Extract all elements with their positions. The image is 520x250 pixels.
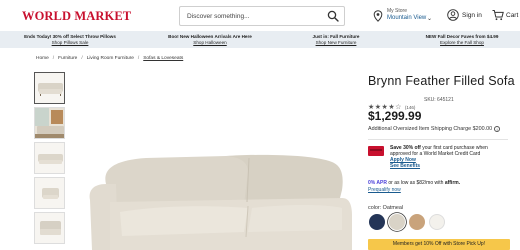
promo-title: Boo! New Halloween Arrivals Are Here: [168, 34, 252, 39]
color-swatch-tan[interactable]: [409, 214, 425, 230]
credit-card-icon: [368, 146, 384, 156]
sign-in-label: Sign in: [462, 12, 482, 19]
shipping-charge-text: Additional Oversized Item Shipping Charg…: [368, 126, 493, 132]
thumbnail-image[interactable]: [34, 142, 65, 174]
product-rating[interactable]: ★★★★☆ (146): [368, 96, 415, 111]
color-swatch-ivory[interactable]: [429, 214, 445, 230]
main-product-image[interactable]: [76, 72, 358, 250]
thumbnail-image[interactable]: [34, 107, 65, 139]
chevron-down-icon: ⌄: [427, 16, 433, 22]
thumbnail-image[interactable]: [34, 177, 65, 209]
location-pin-icon: [373, 10, 383, 22]
breadcrumb-home[interactable]: Home: [36, 56, 49, 61]
product-sku: SKU: 645121: [424, 97, 454, 103]
promo-item[interactable]: Boo! New Halloween Arrivals Are Here Sho…: [168, 34, 252, 45]
promo-title: NEW Fall Decor Faves from $4.99: [425, 34, 499, 39]
promo-item[interactable]: NEW Fall Decor Faves from $4.99 Explore …: [426, 34, 499, 45]
promo-link[interactable]: Shop Pillows Sale: [24, 40, 116, 46]
members-banner: Members get 10% Off with Store Pick Up!: [368, 239, 510, 250]
cart-icon: [492, 10, 504, 21]
search-box[interactable]: [179, 6, 345, 26]
search-input[interactable]: [180, 7, 320, 25]
prequalify-link[interactable]: Prequalify now: [368, 187, 401, 193]
breadcrumb-furniture[interactable]: Furniture: [58, 56, 77, 61]
credit-card-offer: Save 30% off your first card purchase wh…: [390, 145, 510, 169]
see-benefits-link[interactable]: See Benefits: [390, 163, 510, 169]
product-title: Brynn Feather Filled Sofa: [368, 74, 515, 88]
shipping-charge: Additional Oversized Item Shipping Charg…: [368, 126, 501, 132]
promo-link[interactable]: Shop New Furniture: [313, 40, 360, 46]
thumbnail-image[interactable]: [34, 72, 65, 104]
product-price: $1,299.99: [368, 109, 422, 123]
search-icon[interactable]: [327, 10, 339, 22]
info-icon[interactable]: i: [494, 126, 501, 132]
color-swatch-oatmeal[interactable]: [389, 214, 405, 230]
promo-link[interactable]: Explore the Fall Shop: [426, 40, 499, 46]
affirm-text: or as low as $82/mo with: [387, 180, 445, 186]
color-swatch-navy[interactable]: [369, 214, 385, 230]
world-market-logo[interactable]: WORLD MARKET: [22, 9, 131, 24]
promo-title: Ends Today! 30% off Select Throw Pillows: [24, 34, 116, 39]
site-header: WORLD MARKET My Store Mountain View ⌄ Si…: [0, 0, 520, 31]
affirm-logo: affirm.: [444, 180, 461, 186]
promo-item[interactable]: Just in: Fall Furniture Shop New Furnitu…: [313, 34, 360, 45]
affirm-financing: 0% APR or as low as $82/mo with affirm.: [368, 180, 460, 186]
cart-label: Cart: [506, 12, 519, 19]
promo-title: Just in: Fall Furniture: [312, 34, 360, 39]
affirm-apr: 0% APR: [368, 180, 387, 186]
promo-link[interactable]: Shop Halloween: [168, 40, 252, 46]
breadcrumb-living-room[interactable]: Living Room Furniture: [87, 56, 134, 61]
promo-item[interactable]: Ends Today! 30% off Select Throw Pillows…: [24, 34, 116, 45]
thumbnail-image[interactable]: [34, 212, 65, 244]
color-label: color: Oatmeal: [368, 205, 404, 211]
user-icon: [447, 9, 459, 21]
breadcrumb: Home / Furniture / Living Room Furniture / Sof…: [36, 56, 184, 61]
breadcrumb-sofas[interactable]: Sofas & Loveseats: [143, 56, 183, 61]
divider: [368, 139, 508, 140]
store-label: My Store: [387, 8, 408, 14]
promo-bar: Ends Today! 30% off Select Throw Pillows…: [0, 31, 520, 48]
store-name[interactable]: Mountain View: [387, 15, 426, 21]
